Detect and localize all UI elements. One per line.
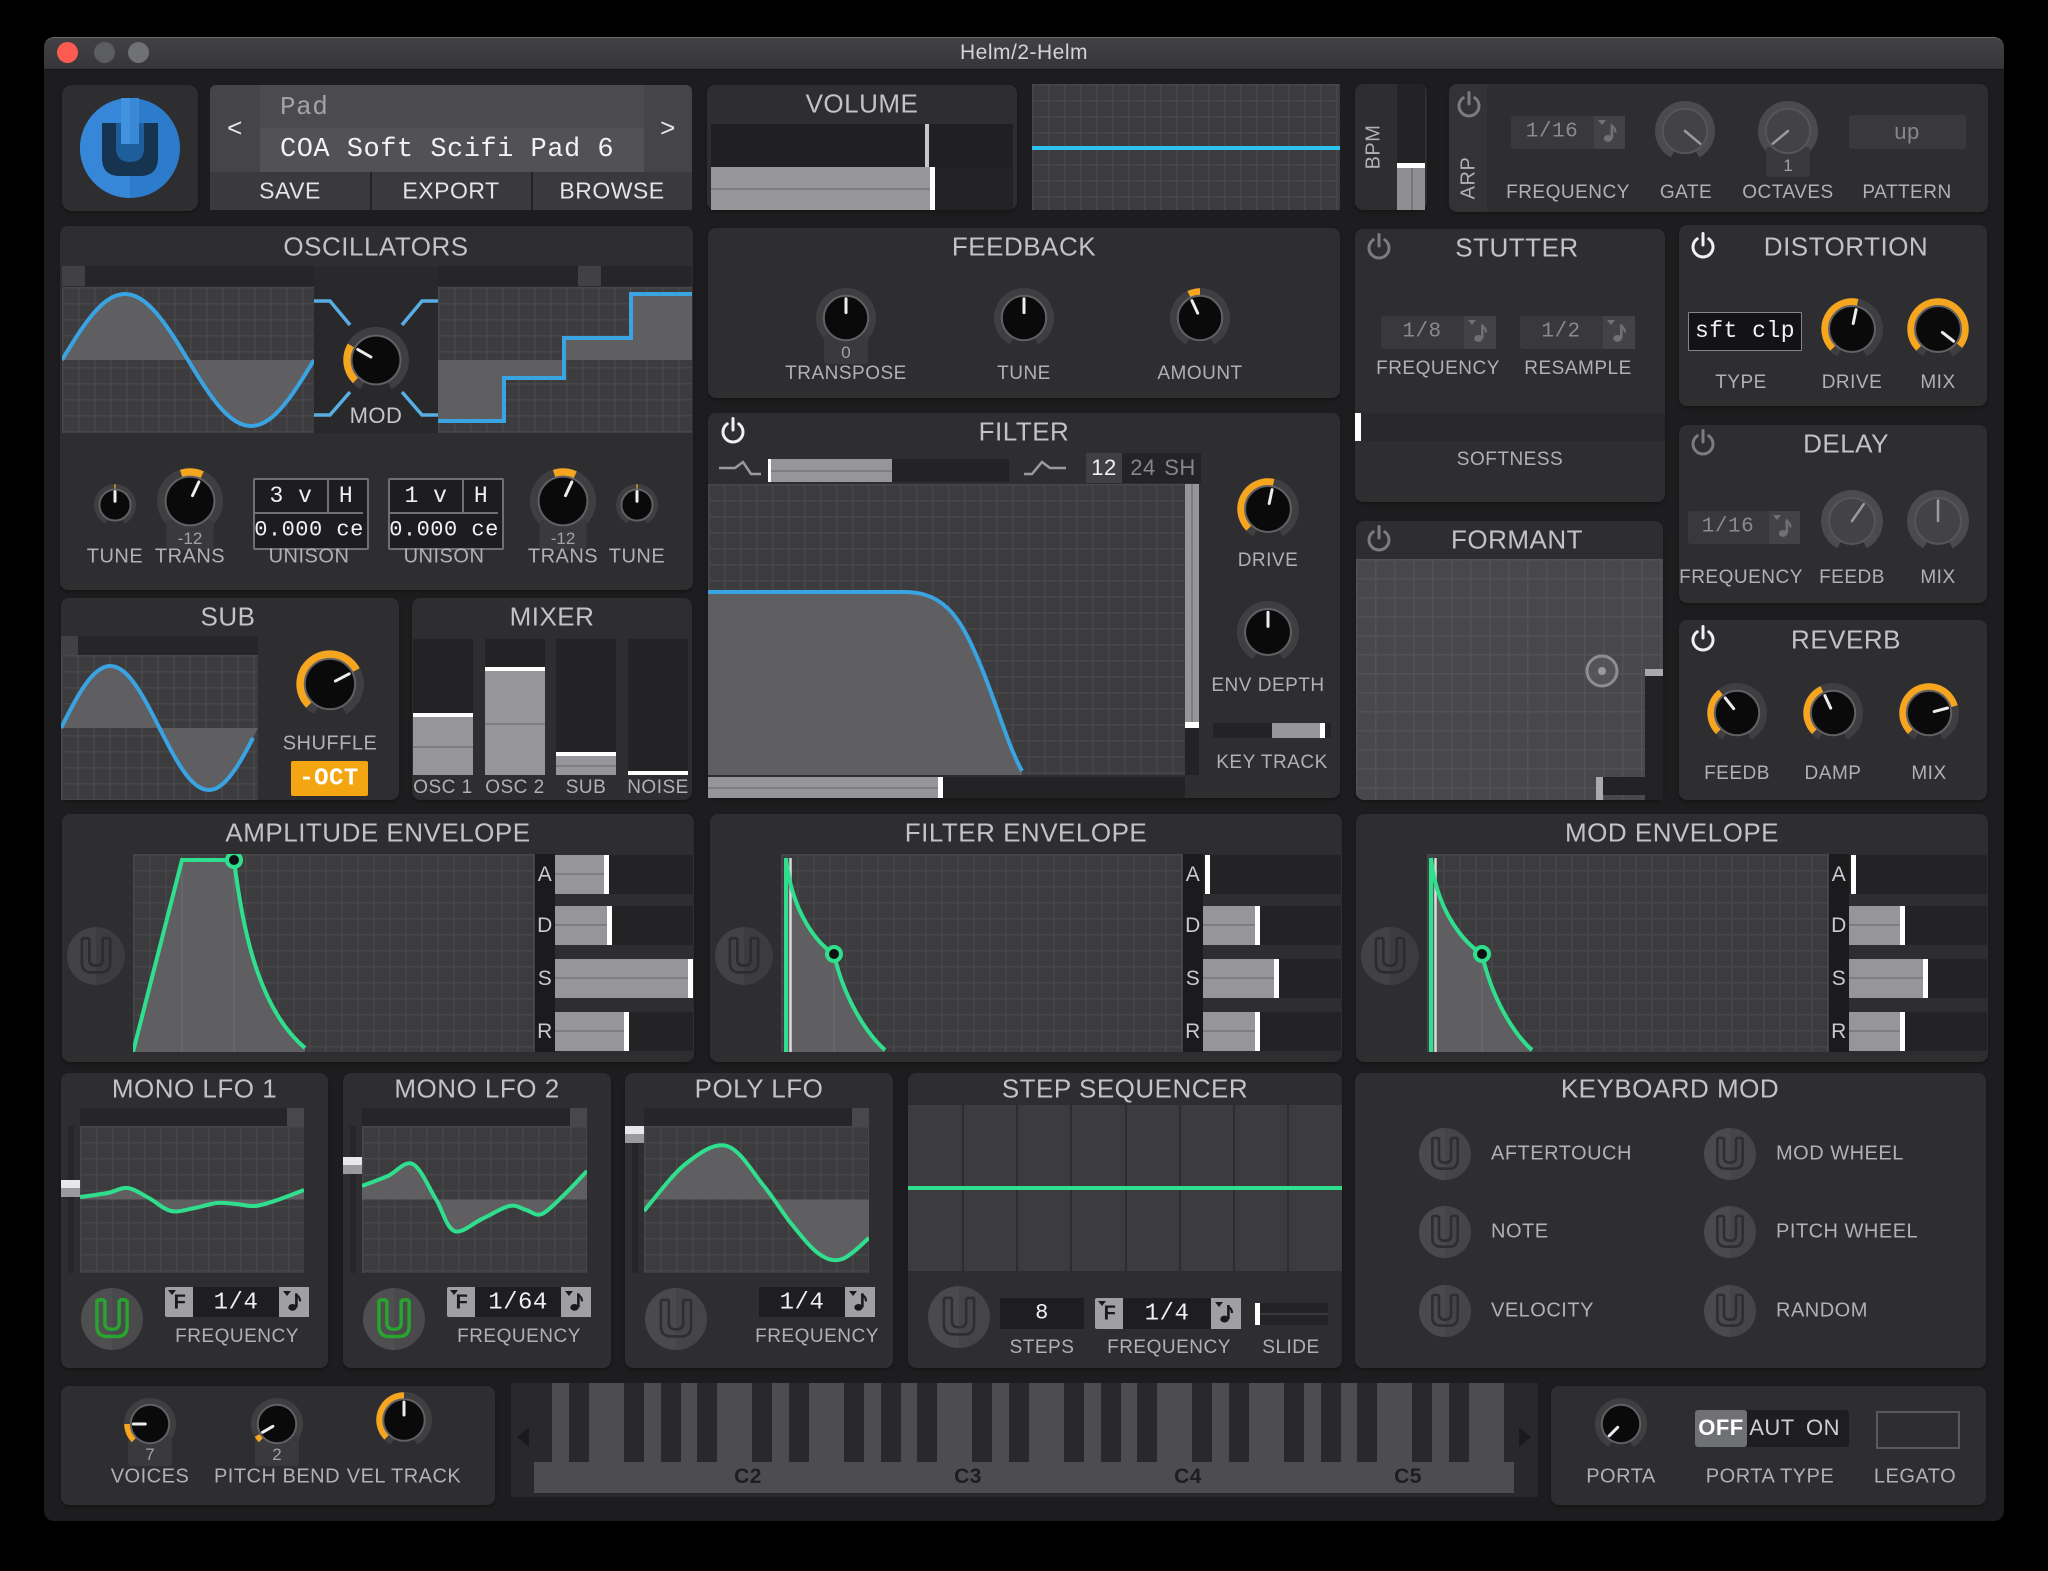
svg-text:7: 7 bbox=[145, 1445, 154, 1464]
svg-text:1: 1 bbox=[1783, 156, 1792, 175]
svg-text:0: 0 bbox=[841, 343, 850, 362]
svg-text:2: 2 bbox=[272, 1445, 281, 1464]
